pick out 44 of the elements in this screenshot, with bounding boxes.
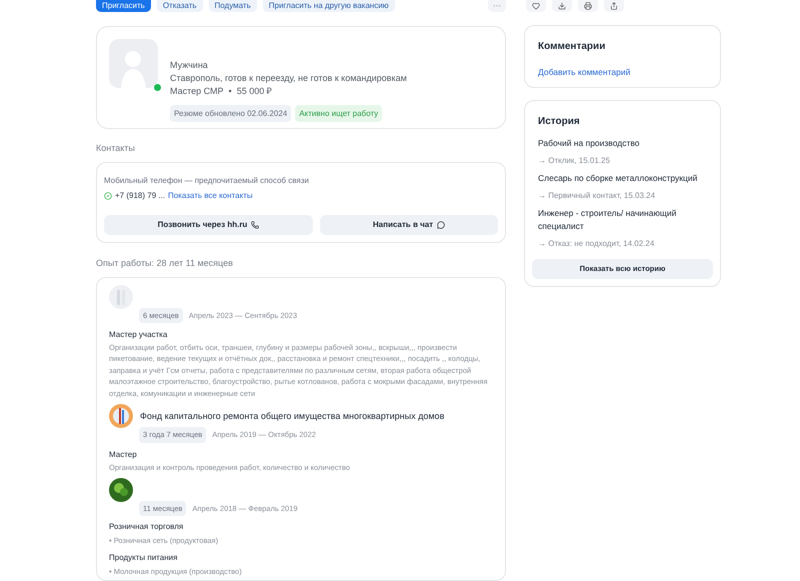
download-icon[interactable] <box>552 0 572 12</box>
action-button[interactable]: Отказать <box>156 0 203 12</box>
separator-dot: • <box>228 85 232 98</box>
chat-icon <box>437 221 446 230</box>
share-icon[interactable] <box>604 0 624 12</box>
company-logo-icon <box>109 284 133 309</box>
industry-name: Продукты питания <box>109 552 178 564</box>
action-button[interactable]: Пригласить <box>96 0 151 12</box>
position-text: Мастер СМР <box>170 85 224 98</box>
status-tag: Активно ищет работу <box>295 105 382 122</box>
industry-name: Розничная торговля <box>109 521 184 534</box>
history-status: → Отклик, 15.01.25 <box>538 155 611 167</box>
card-title: История <box>537 115 581 129</box>
chat-button[interactable]: Написать в чат <box>320 215 498 236</box>
history-status: → Первичный контакт, 15.03.24 <box>538 190 656 202</box>
job-position: Мастер участка <box>109 328 168 341</box>
favorite-icon[interactable] <box>526 0 546 12</box>
avatar-silhouette-icon <box>109 39 158 88</box>
print-icon[interactable] <box>578 0 598 12</box>
contact-note: Мобильный телефон — предпочитаемый способ связи <box>104 175 310 188</box>
company-logo-icon <box>109 404 133 428</box>
company-name: Фонд капитального ремонта общего имущества многоквартирных домов <box>140 410 444 423</box>
location-text: Ставрополь, готов к переезду, не готов к командировкам <box>170 72 407 86</box>
salary-text: 55 000 ₽ <box>236 85 272 98</box>
card-title: Комментарии <box>538 40 606 54</box>
call-button[interactable]: Позвонить через hh.ru <box>104 215 313 236</box>
more-button[interactable]: ··· <box>488 0 506 12</box>
status-tag: Резюме обновлено 02.06.2024 <box>170 105 292 122</box>
job-position: Мастер <box>109 448 138 461</box>
verified-icon <box>104 192 112 200</box>
phone-icon <box>251 221 260 230</box>
show-contacts-link[interactable]: Показать все контакты <box>168 190 253 202</box>
history-vacancy: Инженер - строитель/ начинающий специалист <box>538 207 678 233</box>
action-button[interactable]: Пригласить на другую вакансию <box>262 0 395 12</box>
action-button[interactable]: Подумать <box>208 0 257 12</box>
section-heading: Контакты <box>96 142 136 155</box>
history-vacancy: Слесарь по сборке металлоконструкций <box>538 172 698 185</box>
add-comment-link[interactable]: Добавить комментарий <box>538 66 707 79</box>
section-heading: Опыт работы: 28 лет 11 месяцев <box>96 257 234 270</box>
history-vacancy: Рабочий на производство <box>538 137 641 150</box>
history-status: → Отказ: не подходит, 14.02.24 <box>538 238 656 250</box>
phone-text: +7 (918) 79 ... <box>115 190 166 202</box>
gender-text: Мужчина <box>170 59 209 72</box>
company-logo-icon <box>109 478 133 502</box>
